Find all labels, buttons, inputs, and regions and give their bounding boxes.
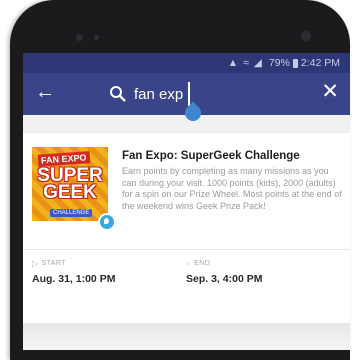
location-pin-icon [98,213,116,231]
end-label: END [194,260,211,267]
text-selection-handle[interactable] [181,101,205,125]
list-background [23,323,350,350]
status-time: 2:42 PM [300,57,340,69]
battery-percent: 79% [268,57,290,69]
status-bar: ▲ ≈ ◢ 79% 2:42 PM [23,53,350,73]
clock-icon: ○ [186,259,192,268]
close-icon[interactable]: ✕ [321,81,339,103]
search-icon[interactable] [109,85,126,102]
search-result-card[interactable]: FAN EXPO SUPER GEEK CHALLENGE Fan Expo: … [23,133,350,323]
search-input[interactable] [134,83,284,105]
event-description: Earn points by completing as many missio… [122,166,342,211]
text-cursor [188,82,190,106]
thumbnail-headline: SUPER GEEK [37,165,103,203]
front-speaker-dot [76,34,83,41]
event-title: Fan Expo: SuperGeek Challenge [122,150,300,162]
divider [23,249,350,250]
start-date: Aug. 31, 1:00 PM [32,273,116,285]
search-toolbar: ← ✕ [23,73,350,125]
front-sensor-dot [94,35,99,40]
signal-wifi-icon: ▲ ≈ ◢ [227,57,263,69]
thumbnail-tag: CHALLENGE [50,209,93,217]
start-label: START [41,260,66,267]
event-thumbnail: FAN EXPO SUPER GEEK CHALLENGE [32,147,108,221]
end-label-row: ○ END [186,259,210,268]
front-camera [301,31,311,41]
end-date: Sep. 3, 4:00 PM [186,273,263,285]
battery-icon [292,58,298,68]
app-screen: ▲ ≈ ◢ 79% 2:42 PM ← ✕ FAN EXPO SUPER GEE… [23,53,350,350]
start-label-row: ▷ START [32,259,66,268]
flag-icon: ▷ [32,259,39,268]
back-arrow-icon[interactable]: ← [35,82,55,102]
